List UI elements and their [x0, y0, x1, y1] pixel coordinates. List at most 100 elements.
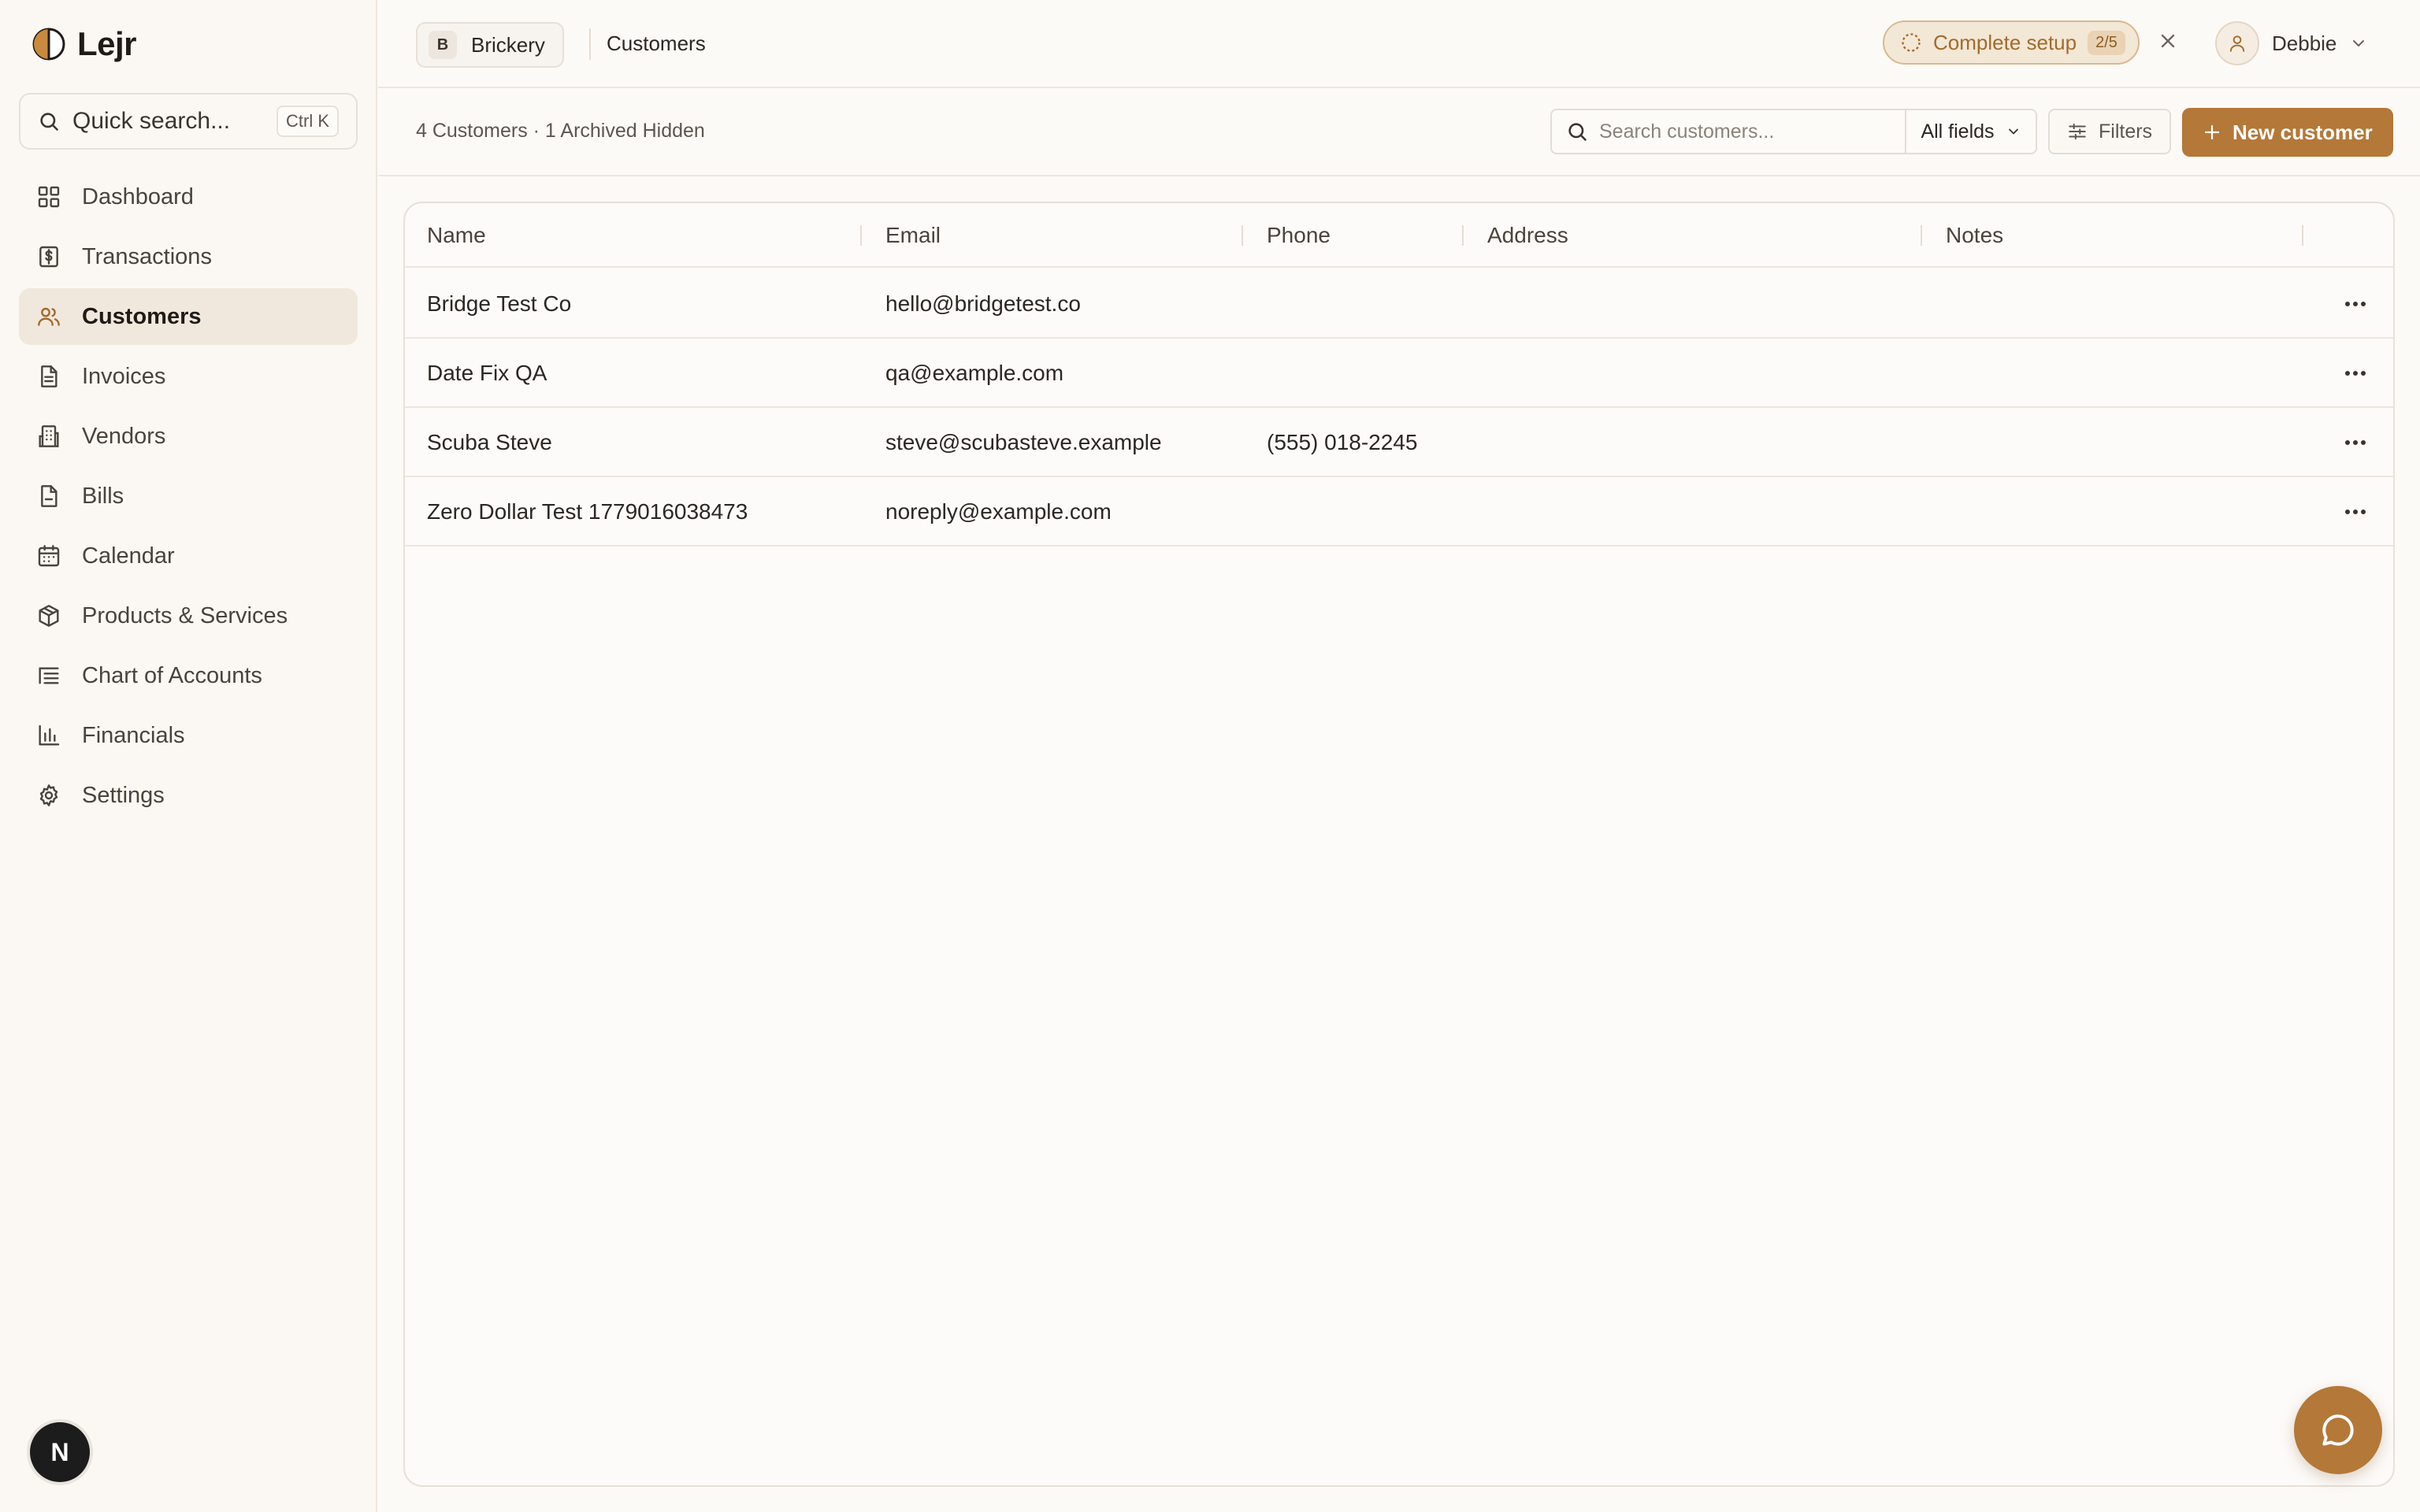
column-resize-handle[interactable]: [860, 225, 862, 246]
complete-setup-label: Complete setup: [1933, 30, 2077, 54]
cell-email: steve@scubasteve.example: [885, 430, 1162, 454]
workspace-name: Brickery: [471, 32, 545, 57]
dashboard-icon: [38, 186, 60, 208]
chat-button[interactable]: [2294, 1386, 2382, 1474]
sidebar-item-label: Settings: [82, 782, 165, 808]
quick-search-shortcut: Ctrl K: [277, 106, 339, 137]
sliders-icon: [2069, 123, 2086, 140]
close-icon[interactable]: [2157, 30, 2179, 52]
sidebar-item-financials[interactable]: Financials: [19, 707, 358, 764]
table-row[interactable]: Zero Dollar Test 1779016038473 noreply@e…: [405, 477, 2393, 547]
transactions-icon: [39, 246, 58, 268]
filters-label: Filters: [2099, 120, 2153, 143]
user-icon: [2229, 35, 2245, 52]
user-menu[interactable]: Debbie: [2215, 19, 2368, 68]
quick-search[interactable]: Quick search... Ctrl K: [19, 93, 358, 150]
sidebar-item-label: Chart of Accounts: [82, 662, 262, 688]
column-resize-handle[interactable]: [1242, 225, 1243, 246]
table-row[interactable]: Scuba Steve steve@scubasteve.example (55…: [405, 408, 2393, 477]
bar-chart-icon: [39, 724, 60, 746]
sidebar-item-customers[interactable]: Customers: [19, 288, 358, 345]
cell-email: qa@example.com: [885, 361, 1064, 385]
top-bar: B Brickery Customers Complete setup 2/5 …: [378, 0, 2420, 88]
sidebar-item-dashboard[interactable]: Dashboard: [19, 169, 358, 225]
row-actions-button[interactable]: [2340, 291, 2371, 317]
breadcrumb: Customers: [607, 32, 706, 55]
workspace-badge: B: [429, 31, 457, 59]
complete-setup-button[interactable]: Complete setup 2/5: [1883, 20, 2140, 65]
avatar: [2215, 21, 2259, 65]
search-input[interactable]: [1599, 110, 1905, 153]
cell-name: Zero Dollar Test 1779016038473: [427, 499, 748, 524]
sidebar-item-label: Products & Services: [82, 602, 288, 628]
quick-search-label: Quick search...: [72, 108, 231, 134]
search-scope-select[interactable]: All fields: [1905, 110, 2036, 153]
customers-icon: [38, 307, 60, 326]
row-actions-button[interactable]: [2340, 361, 2371, 386]
brand[interactable]: Lejr: [32, 25, 137, 63]
column-resize-handle[interactable]: [1462, 225, 1464, 246]
row-actions-button[interactable]: [2340, 430, 2371, 455]
more-horizontal-icon: [2345, 510, 2366, 514]
cell-email: noreply@example.com: [885, 499, 1112, 524]
customer-count: 4 Customers · 1 Archived Hidden: [416, 120, 705, 142]
lejr-logo-icon: [32, 28, 65, 61]
sidebar-item-label: Invoices: [82, 363, 166, 389]
column-resize-handle[interactable]: [2302, 225, 2303, 246]
more-horizontal-icon: [2345, 302, 2366, 306]
chat-bubble-icon: [2322, 1414, 2354, 1446]
bills-icon: [41, 485, 58, 507]
sidebar-item-transactions[interactable]: Transactions: [19, 228, 358, 285]
search-scope-value: All fields: [1921, 120, 1995, 143]
chevron-down-icon: [2353, 40, 2365, 46]
sidebar-item-vendors[interactable]: Vendors: [19, 408, 358, 465]
sidebar-item-bills[interactable]: Bills: [19, 468, 358, 524]
sidebar-item-products-services[interactable]: Products & Services: [19, 587, 358, 644]
invoices-icon: [41, 365, 58, 387]
column-header-notes[interactable]: Notes: [1946, 203, 2003, 268]
list-icon: [39, 667, 59, 684]
package-icon: [39, 605, 59, 627]
table-header: Name Email Phone Address Notes: [405, 203, 2393, 268]
cell-email: hello@bridgetest.co: [885, 291, 1081, 316]
new-customer-label: New customer: [2233, 120, 2373, 144]
cell-name: Date Fix QA: [427, 361, 547, 385]
vendors-icon: [39, 425, 59, 447]
sidebar-item-calendar[interactable]: Calendar: [19, 528, 358, 584]
sidebar-item-invoices[interactable]: Invoices: [19, 348, 358, 405]
column-header-name[interactable]: Name: [427, 203, 486, 268]
search-icon: [40, 113, 58, 131]
calendar-icon: [38, 545, 60, 567]
chevron-down-icon: [2008, 128, 2018, 135]
customers-table: Name Email Phone Address Notes Bridge Te…: [403, 202, 2395, 1487]
sidebar-item-label: Calendar: [82, 543, 175, 569]
row-actions-button[interactable]: [2340, 499, 2371, 524]
filters-button[interactable]: Filters: [2048, 109, 2172, 154]
new-customer-button[interactable]: New customer: [2182, 108, 2393, 157]
column-header-phone[interactable]: Phone: [1267, 203, 1331, 268]
sidebar-item-chart-of-accounts[interactable]: Chart of Accounts: [19, 647, 358, 704]
dev-tools-avatar[interactable]: N: [30, 1422, 90, 1482]
cell-name: Scuba Steve: [427, 430, 552, 454]
sidebar-item-label: Vendors: [82, 423, 166, 449]
sidebar-item-label: Financials: [82, 722, 185, 748]
table-row[interactable]: Bridge Test Co hello@bridgetest.co: [405, 269, 2393, 339]
workspace-switcher[interactable]: B Brickery: [416, 22, 564, 68]
customer-search: All fields: [1550, 109, 2037, 154]
sidebar-item-label: Customers: [82, 303, 202, 329]
app-name: Lejr: [77, 25, 137, 62]
setup-progress-badge: 2/5: [2088, 30, 2125, 55]
column-header-email[interactable]: Email: [885, 203, 941, 268]
sidebar-item-label: Transactions: [82, 243, 212, 269]
more-horizontal-icon: [2345, 440, 2366, 445]
table-row[interactable]: Date Fix QA qa@example.com: [405, 339, 2393, 408]
customers-toolbar: 4 Customers · 1 Archived Hidden All fiel…: [378, 88, 2420, 176]
plus-icon: [2204, 124, 2220, 140]
sidebar-item-label: Bills: [82, 483, 124, 509]
search-icon: [1568, 123, 1587, 141]
column-resize-handle[interactable]: [1921, 225, 1922, 246]
column-header-address[interactable]: Address: [1487, 203, 1568, 268]
sidebar-nav: Dashboard Transactions Customers Invoice…: [19, 169, 358, 827]
sidebar-item-settings[interactable]: Settings: [19, 767, 358, 824]
more-horizontal-icon: [2345, 371, 2366, 376]
